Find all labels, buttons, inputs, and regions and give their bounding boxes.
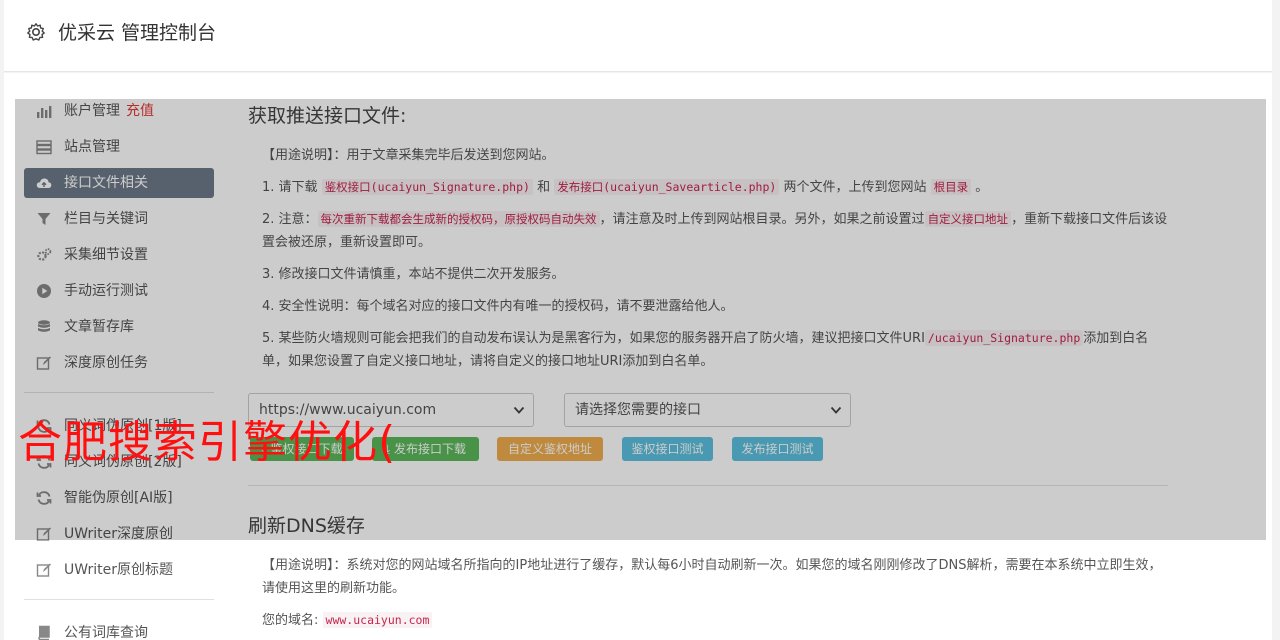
usage-label: 【用途说明】 [262,558,334,573]
button-label: 发布接口下载 [394,442,467,456]
usage-text: ：系统对您的网站域名所指向的IP地址进行了缓存，默认每6小时自动刷新一次。如果您… [262,558,1162,596]
book-icon [38,625,50,640]
sidebar-item-collect-settings[interactable]: 采集细节设置 [24,240,214,270]
sidebar-item-sites[interactable]: 站点管理 [24,132,214,162]
dns-usage-note: 【用途说明】：系统对您的网站域名所指向的IP地址进行了缓存，默认每6小时自动刷新… [262,554,1168,600]
sidebar-divider [24,599,214,600]
sidebar-item-label: 账户管理 [64,103,120,119]
sidebar-item-public-lexicon[interactable]: 公有词库查询 [24,618,214,640]
watermark-text: 合肥搜索引擎优化( [18,417,397,468]
sidebar-item-label: 采集细节设置 [64,247,148,263]
domain-label: 您的域名: [262,613,319,628]
cogs-icon [37,248,52,261]
test-signature-button[interactable]: 鉴权接口测试 [622,437,713,461]
sidebar-item-article-storage[interactable]: 文章暂存库 [24,312,214,342]
sidebar-item-label: 文章暂存库 [64,319,134,335]
test-publish-button[interactable]: 发布接口测试 [732,437,823,461]
push-step-5: 5. 某些防火墙规则可能会把我们的自动发布误认为是黑客行为，如果您的服务器开启了… [262,327,1168,373]
push-usage-note: 【用途说明】：用于文章采集完毕后发送到您网站。 [262,144,1168,167]
sidebar-item-api-files[interactable]: 接口文件相关 [24,168,214,198]
sidebar-item-label: UWriter原创标题 [64,562,173,578]
domain-value: www.ucaiyun.com [322,612,433,628]
push-step-1: 1. 请下载 鉴权接口(ucaiyun_Signature.php) 和 发布接… [262,176,1168,199]
sidebar-item-manual-run[interactable]: 手动运行测试 [24,276,214,306]
sidebar-item-columns-keywords[interactable]: 栏目与关键词 [24,204,214,234]
play-circle-icon [37,284,51,298]
dns-section-title: 刷新DNS缓存 [248,515,365,537]
sidebar-item-label: UWriter深度原创 [64,526,173,542]
sidebar-item-deep-original-tasks[interactable]: 深度原创任务 [24,348,214,378]
section-divider [248,485,1168,486]
push-step-2: 2. 注意： 每次重新下载都会生成新的授权码，原授权码自动失效 ，请注意及时上传到网… [262,208,1168,254]
chevron-down-icon [830,406,842,414]
step-text: 2. 注意： [262,212,318,227]
gear-icon [27,23,45,41]
dns-domain-line: 您的域名: www.ucaiyun.com [262,609,1168,632]
bar-chart-icon [37,106,52,118]
push-step-3: 3. 修改接口文件请慎重，本站不提供二次开发服务。 [262,267,565,282]
sidebar-item-label: 栏目与关键词 [64,211,148,227]
push-step-4: 4. 安全性说明：每个域名对应的接口文件内有唯一的授权码，请不要泄露给他人。 [262,299,734,314]
step-text: ，请注意及时上传到网站根目录。另外，如果之前设置过 [599,212,925,227]
usage-text: ：用于文章采集完毕后发送到您网站。 [333,148,555,163]
signature-uri-code: /ucaiyun_Signature.php [924,330,1084,346]
refresh-icon [36,491,52,505]
sidebar-item-label: 手动运行测试 [64,283,148,299]
recharge-link[interactable]: 充值 [126,103,154,119]
usage-label: 【用途说明】 [262,148,334,163]
step-text: 1. 请下载 [262,180,318,195]
auth-code-warning: 每次重新下载都会生成新的授权码，原授权码自动失效 [317,211,600,227]
sidebar-item-account[interactable]: 账户管理 充值 [24,96,214,126]
api-select-value: 请选择您需要的接口 [575,402,701,418]
database-icon [38,320,50,332]
main-content: 获取推送接口文件: 【用途说明】：用于文章采集完毕后发送到您网站。 1. 请下载… [248,96,1168,640]
header-bar: 优采云 管理控制台 [4,0,1272,72]
step-text: 5. 某些防火墙规则可能会把我们的自动发布误认为是黑客行为，如果您的服务器开启了… [262,331,925,346]
step-text: 。 [975,180,989,195]
root-dir-code: 根目录 [930,179,972,195]
cloud-upload-icon [36,178,52,188]
step-text: 和 [537,180,551,195]
sidebar-divider [24,392,214,393]
server-icon [36,140,52,155]
sidebar-item-ai-rewrite[interactable]: 智能伪原创[AI版] [24,483,214,513]
edit-icon [36,527,51,541]
sidebar-item-label: 接口文件相关 [64,175,148,191]
edit-icon [36,563,51,577]
chevron-down-icon [513,406,525,414]
savearticle-file-code: 发布接口(ucaiyun_Savearticle.php) [554,179,780,195]
push-section-title: 获取推送接口文件: [248,105,407,127]
sidebar-item-label: 站点管理 [64,139,120,155]
sidebar-item-uwriter-deep[interactable]: UWriter深度原创 [24,519,214,549]
step-text: 两个文件，上传到您网站 [783,180,927,195]
api-select[interactable]: 请选择您需要的接口 [564,393,851,427]
sidebar-item-label: 智能伪原创[AI版] [64,490,173,506]
edit-icon [36,356,51,370]
custom-api-code: 自定义接口地址 [924,211,1012,227]
page-title: 优采云 管理控制台 [58,22,217,44]
filter-icon [37,213,51,225]
custom-auth-address-button[interactable]: 自定义鉴权地址 [497,437,603,461]
signature-file-code: 鉴权接口(ucaiyun_Signature.php) [321,179,533,195]
sidebar-item-label: 公有词库查询 [64,625,148,640]
sidebar-item-label: 深度原创任务 [64,355,148,371]
sidebar: 账户管理 充值 站点管理 接口文件相关 栏目与关键词 采集细节设置 手动运行测试 … [24,96,214,640]
site-select-value: https://www.ucaiyun.com [259,402,437,418]
sidebar-item-uwriter-title[interactable]: UWriter原创标题 [24,555,214,585]
